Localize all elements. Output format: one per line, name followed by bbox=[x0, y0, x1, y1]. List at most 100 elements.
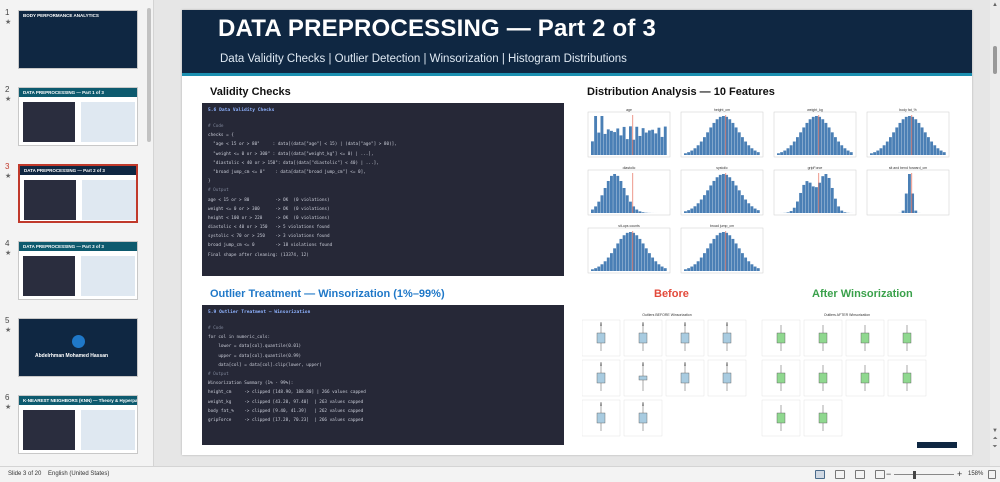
outlier-heading[interactable]: Outlier Treatment — Winsorization (1%–99… bbox=[210, 288, 445, 300]
next-slide-icon[interactable]: ⏷ bbox=[991, 444, 999, 450]
code-line: for col in numeric_cols: bbox=[208, 335, 271, 341]
histogram-bar bbox=[638, 238, 642, 271]
before-heading[interactable]: Before bbox=[654, 288, 689, 300]
histogram-panel: weight_kg bbox=[773, 108, 857, 158]
histogram-bar bbox=[731, 238, 735, 271]
histogram-bar bbox=[840, 145, 844, 155]
histogram-bar bbox=[802, 127, 806, 155]
slide-thumbnail-row[interactable]: 1 ★ BODY PERFORMANCE ANALYTICS bbox=[0, 8, 153, 70]
normal-view-icon[interactable] bbox=[815, 470, 825, 479]
code-line: diastolic < 40 or > 150 -> 5 violations … bbox=[208, 225, 330, 231]
code-line: # Output bbox=[208, 371, 229, 377]
slide-thumbnail[interactable]: Abdelrhman Mohamed Hassan bbox=[18, 318, 138, 377]
thumbnail-content-block bbox=[23, 410, 75, 450]
transition-star-icon: ★ bbox=[5, 173, 12, 180]
slide-thumbnail-row[interactable]: 4 ★ DATA PREPROCESSING — Part 3 of 3 bbox=[0, 239, 153, 301]
histogram-panel: body fat_% bbox=[866, 108, 950, 158]
slide-thumbnail[interactable]: K-NEAREST NEIGHBORS (KNN) — Theory & Hyp… bbox=[18, 395, 138, 454]
histogram-bar bbox=[648, 130, 651, 155]
histogram-bar bbox=[834, 198, 837, 213]
histogram-bar bbox=[849, 152, 853, 155]
code-line: broad jump_cm <= 0 -> 18 violations foun… bbox=[208, 243, 333, 249]
slide-thumbnail[interactable]: BODY PERFORMANCE ANALYTICS bbox=[18, 10, 138, 69]
boxplot-grid-svg: Outliers BEFORE Winsorization Outliers AF… bbox=[582, 313, 957, 448]
fit-to-window-icon[interactable] bbox=[988, 470, 996, 479]
outlier-point bbox=[726, 363, 728, 365]
thumbnail-title: BODY PERFORMANCE ANALYTICS bbox=[23, 13, 99, 18]
code-line: checks = { bbox=[208, 133, 234, 139]
histogram-bar bbox=[610, 175, 613, 213]
histogram-bar bbox=[796, 201, 799, 213]
zoom-slider[interactable] bbox=[894, 474, 954, 475]
slide-thumbnail-pane[interactable]: 1 ★ BODY PERFORMANCE ANALYTICS 2 ★ DATA PREPR… bbox=[0, 0, 154, 466]
validity-code-block[interactable]: 5.6 Data Validity Checks # Code checks = … bbox=[202, 103, 564, 276]
zoom-out-icon[interactable]: − bbox=[886, 469, 891, 479]
boxplot-box bbox=[902, 372, 912, 384]
zoom-slider-handle[interactable] bbox=[913, 471, 916, 479]
slide-thumbnail-row[interactable]: 5 ★ Abdelrhman Mohamed Hassan bbox=[0, 316, 153, 378]
outlier-point bbox=[600, 402, 602, 404]
boxplot-box bbox=[776, 332, 786, 344]
slide-title[interactable]: DATA PREPROCESSING — Part 2 of 3 bbox=[218, 15, 656, 43]
histogram-grid-image[interactable]: age height_cm weight_kg body fat_% diastolic… bbox=[582, 103, 958, 278]
histogram-bar bbox=[827, 127, 831, 155]
histogram-bar bbox=[777, 153, 780, 155]
histogram-bar bbox=[591, 141, 594, 155]
thumbnail-content-block bbox=[81, 256, 135, 296]
zoom-in-icon[interactable]: + bbox=[957, 469, 962, 479]
histogram-bar bbox=[741, 253, 744, 271]
histogram-bar bbox=[591, 269, 594, 271]
boxplot-box bbox=[596, 332, 606, 344]
code-line: systolic < 70 or > 250 -> 3 violations f… bbox=[208, 234, 330, 240]
histogram-bar bbox=[622, 187, 626, 213]
histogram-bar bbox=[663, 126, 667, 155]
scroll-up-icon[interactable]: ▲ bbox=[991, 2, 999, 8]
boxplot-before-panel: Outliers BEFORE Winsorization bbox=[582, 313, 747, 437]
zoom-level[interactable]: 158% bbox=[968, 471, 983, 477]
slide-thumbnail-row[interactable]: 3 ★ DATA PREPROCESSING — Part 2 of 3 bbox=[0, 162, 153, 224]
histogram-bar bbox=[703, 253, 706, 271]
slide-editor: DATA PREPROCESSING — Part 2 of 3 Data Va… bbox=[160, 0, 985, 466]
scroll-thumb[interactable] bbox=[993, 46, 997, 74]
boxplot-box bbox=[818, 372, 828, 384]
slide-subtitle[interactable]: Data Validity Checks | Outlier Detection… bbox=[220, 53, 627, 65]
slide-canvas[interactable]: DATA PREPROCESSING — Part 2 of 3 Data Va… bbox=[182, 10, 972, 455]
code-line: Winsorization Summary (1% - 99%): bbox=[208, 381, 294, 387]
histogram-bar bbox=[930, 141, 934, 155]
boxplot-comparison-image[interactable]: Outliers BEFORE Winsorization Outliers AF… bbox=[582, 308, 962, 448]
winsorization-code-block[interactable]: 5.9 Outlier Treatment — Winsorization # … bbox=[202, 305, 564, 445]
histogram-bar bbox=[728, 177, 732, 213]
distribution-heading[interactable]: Distribution Analysis — 10 Features bbox=[587, 86, 775, 98]
slide-thumbnail-row[interactable]: 2 ★ DATA PREPROCESSING — Part 1 of 3 bbox=[0, 85, 153, 147]
histogram-bar bbox=[635, 235, 639, 271]
histogram-bar bbox=[786, 148, 790, 155]
histogram-bar bbox=[709, 185, 713, 213]
reading-view-icon[interactable] bbox=[855, 470, 865, 479]
after-heading[interactable]: After Winsorization bbox=[812, 288, 913, 300]
slide-header: DATA PREPROCESSING — Part 2 of 3 Data Va… bbox=[182, 10, 972, 76]
language-indicator[interactable]: English (United States) bbox=[48, 471, 109, 477]
vertical-scrollbar[interactable]: ▲ ▼ ⏶ ⏷ bbox=[990, 0, 1000, 466]
slide-thumbnail[interactable]: DATA PREPROCESSING — Part 2 of 3 bbox=[18, 164, 138, 223]
histogram-bar bbox=[690, 208, 694, 213]
slide-thumbnail[interactable]: DATA PREPROCESSING — Part 1 of 3 bbox=[18, 87, 138, 146]
validity-checks-heading[interactable]: Validity Checks bbox=[210, 86, 291, 98]
histogram-bar bbox=[846, 150, 850, 155]
scroll-down-icon[interactable]: ▼ bbox=[991, 428, 999, 434]
boxplot-box bbox=[902, 332, 912, 344]
slide-thumbnail[interactable]: DATA PREPROCESSING — Part 3 of 3 bbox=[18, 241, 138, 300]
histogram-bar bbox=[780, 152, 784, 155]
code-block-header: 5.9 Outlier Treatment — Winsorization bbox=[208, 310, 311, 315]
slide-sorter-icon[interactable] bbox=[835, 470, 845, 479]
histogram-panel: broad jump_cm bbox=[680, 224, 764, 274]
previous-slide-icon[interactable]: ⏶ bbox=[991, 436, 999, 442]
histogram-bar bbox=[830, 132, 834, 155]
histogram-bar bbox=[936, 148, 940, 155]
slide-number: 3 bbox=[5, 162, 10, 171]
slide-thumbnail-row[interactable]: 6 ★ K-NEAREST NEIGHBORS (KNN) — Theory & H… bbox=[0, 393, 153, 455]
histogram-bar bbox=[616, 175, 620, 213]
histogram-bar bbox=[638, 211, 642, 213]
histogram-label: broad jump_cm bbox=[710, 224, 734, 228]
slideshow-icon[interactable] bbox=[875, 470, 885, 479]
histogram-bar bbox=[706, 190, 710, 213]
